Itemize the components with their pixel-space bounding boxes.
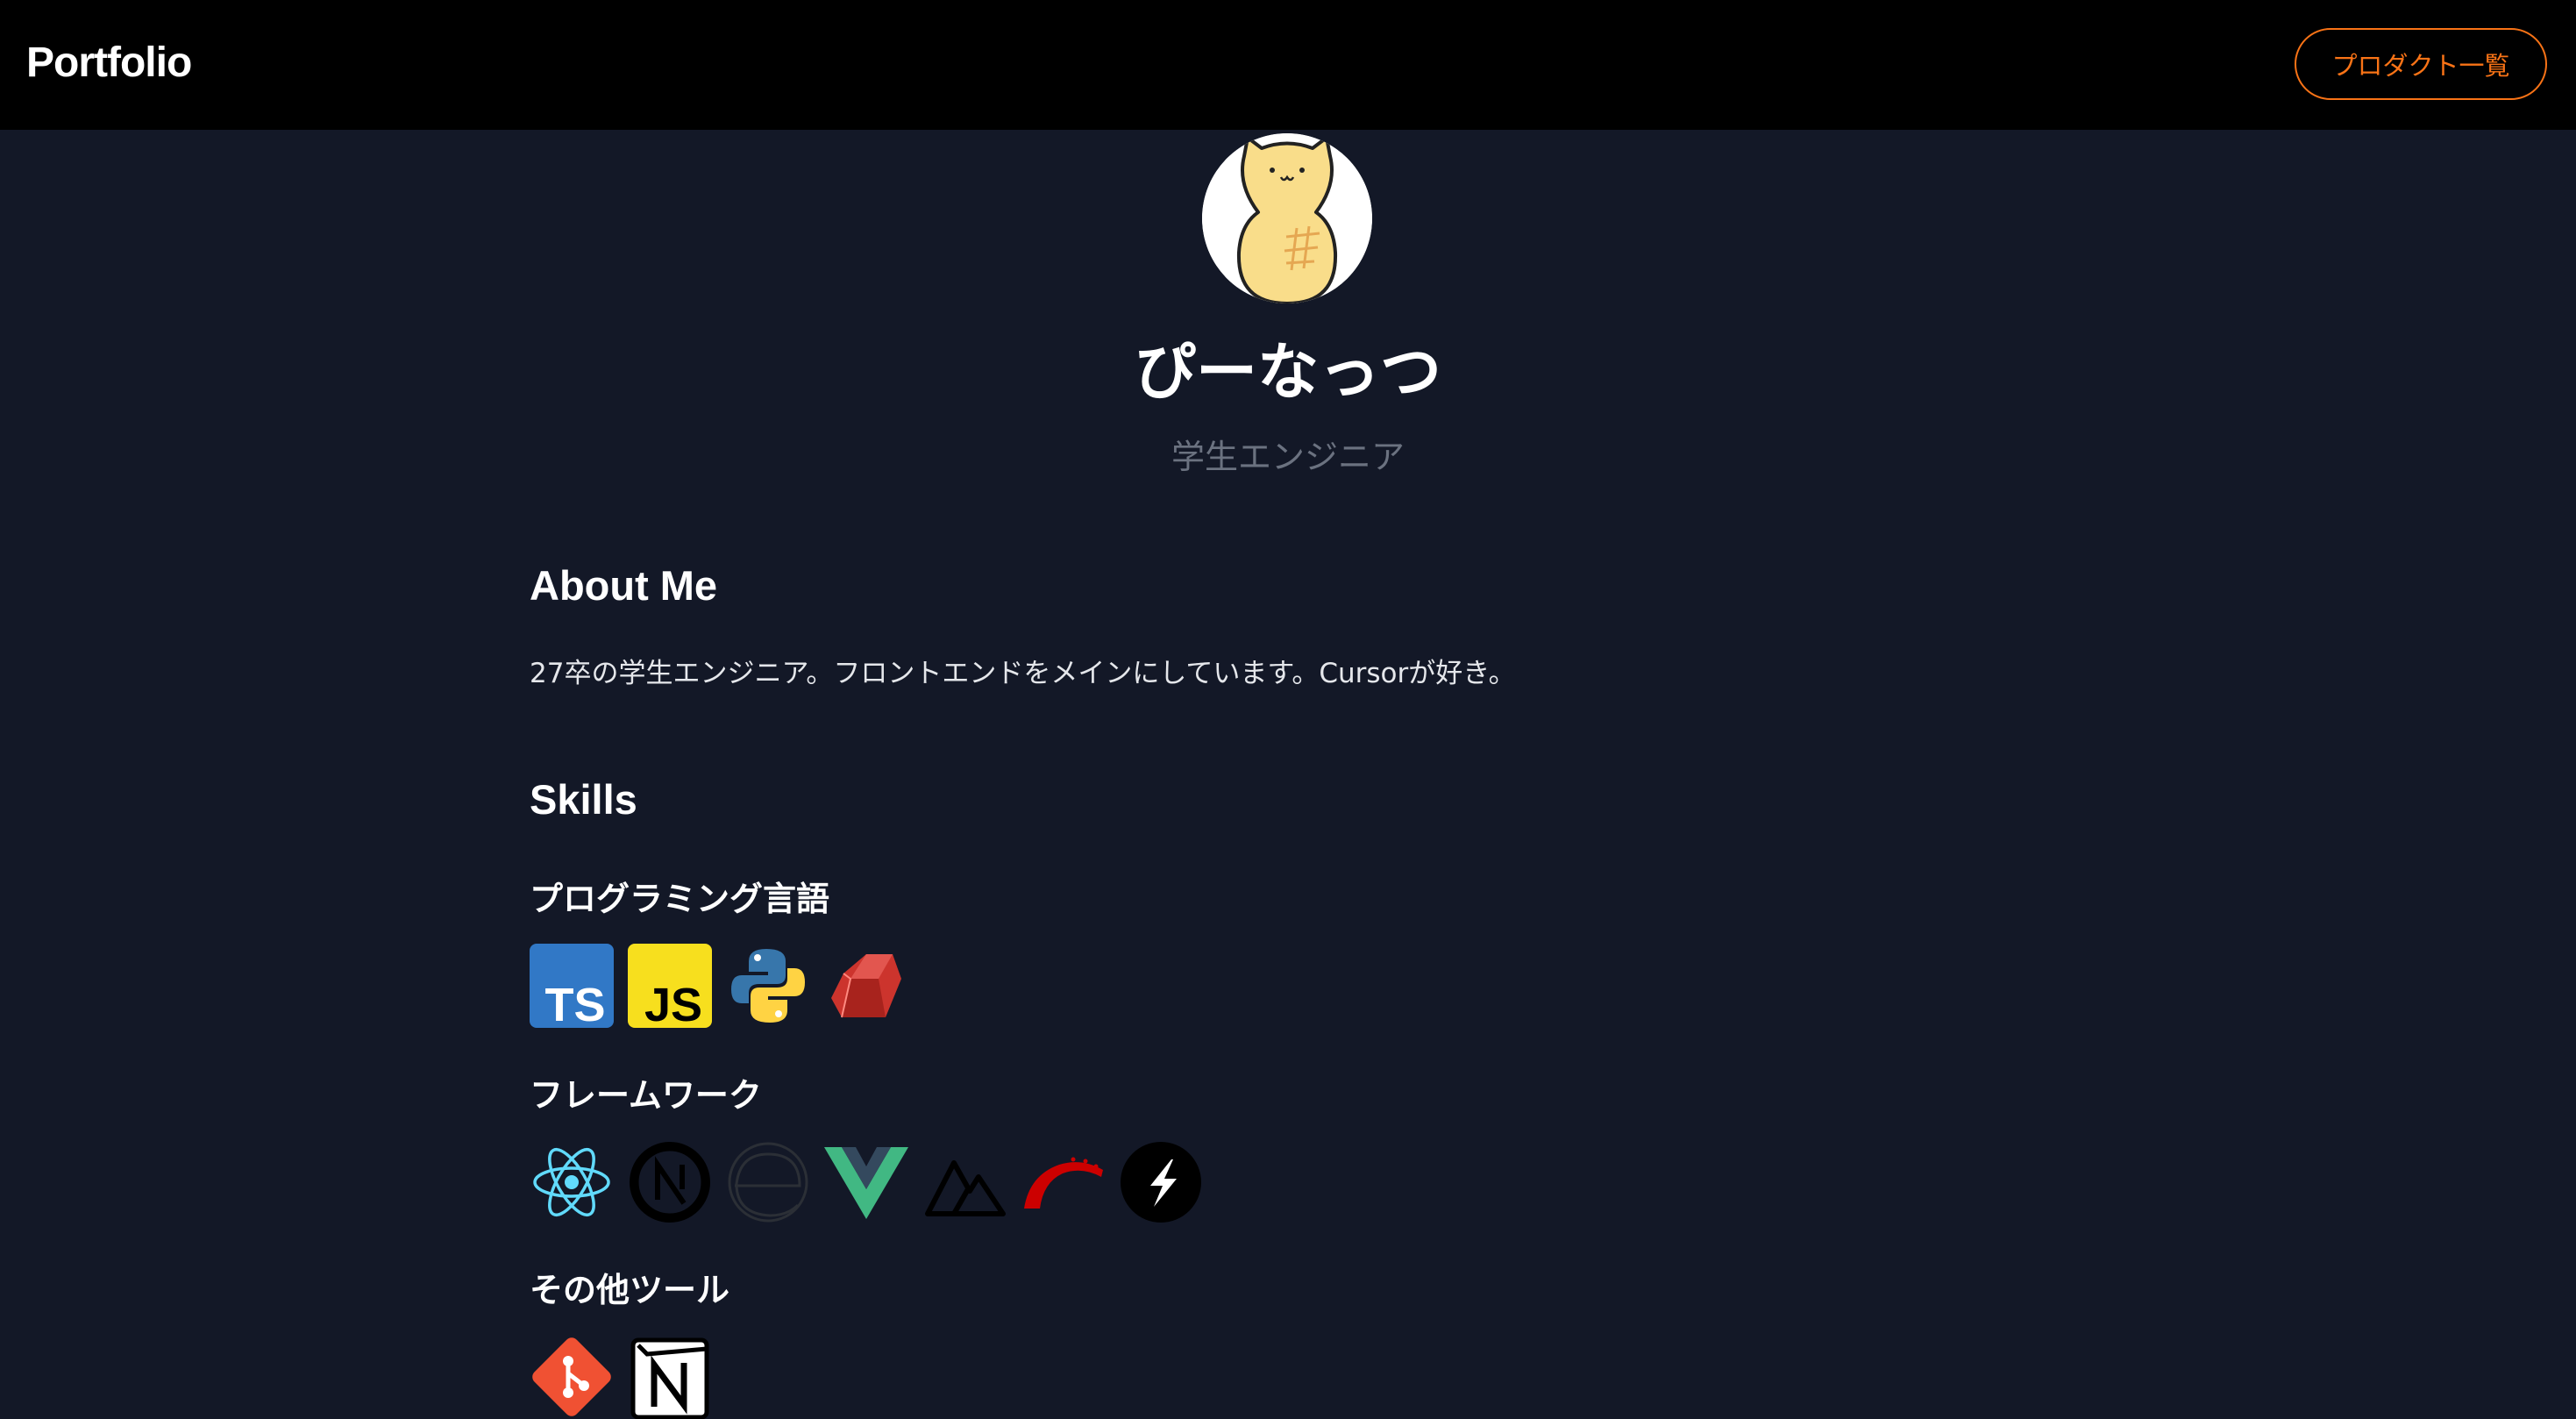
about-text: 27卒の学生エンジニア。フロントエンドをメインにしています。Cursorが好き。 [530, 658, 1516, 689]
hono-icon [1121, 1142, 1201, 1223]
ruby-icon [831, 954, 901, 1018]
peanut-cat-icon [1202, 133, 1372, 303]
avatar [1202, 133, 1372, 303]
category-title-languages: プログラミング言語 [530, 880, 830, 918]
product-list-button[interactable]: プロダクト一覧 [2295, 28, 2547, 100]
javascript-icon: JS [628, 944, 712, 1028]
nextjs-icon [630, 1142, 710, 1223]
electron-icon [728, 1142, 808, 1223]
frameworks-icons [530, 1140, 1203, 1224]
svg-text:JS: JS [644, 979, 702, 1028]
skills-heading: Skills [530, 776, 637, 823]
typescript-icon: TS [530, 944, 614, 1028]
python-icon [731, 949, 805, 1023]
brand-title[interactable]: Portfolio [26, 39, 192, 87]
about-heading: About Me [530, 562, 718, 609]
category-title-frameworks: フレームワーク [530, 1076, 762, 1115]
languages-icons: TS JS [530, 944, 908, 1028]
tools-icons [530, 1335, 712, 1419]
rails-icon [1024, 1157, 1103, 1209]
svg-text:TS: TS [544, 979, 605, 1028]
notion-icon [630, 1337, 709, 1419]
nuxt-icon [925, 1160, 1006, 1216]
profile-role: 学生エンジニア [1171, 438, 1405, 476]
profile-name: ぴーなっつ [1135, 336, 1441, 408]
git-icon [532, 1337, 611, 1416]
category-title-tools: その他ツール [530, 1271, 730, 1309]
top-nav-bar: Portfolio プロダクト一覧 [0, 0, 2576, 130]
react-icon [533, 1148, 610, 1216]
vue-icon [824, 1147, 908, 1219]
